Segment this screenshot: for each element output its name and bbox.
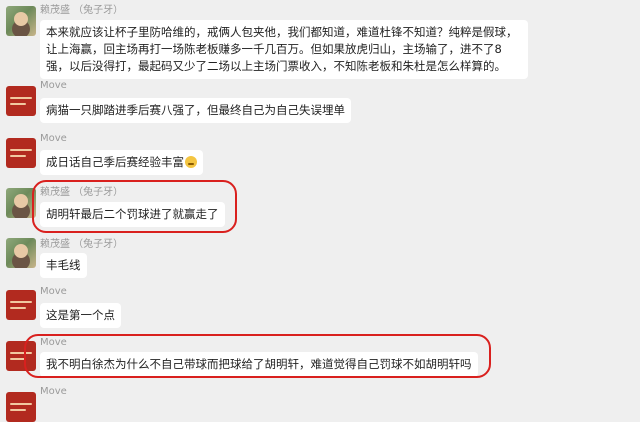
highlight-ring bbox=[32, 180, 237, 233]
sender-name: 赖茂盛 （兔子牙） bbox=[40, 5, 124, 16]
message-bubble: 本来就应该让杯子里防哈维的，戒俩人包夹他，我们都知道，难道杜锋不知道？纯粹是假球… bbox=[40, 20, 528, 79]
avatar[interactable] bbox=[6, 138, 36, 168]
message-bubble: 丰毛线 bbox=[40, 253, 87, 278]
avatar[interactable] bbox=[6, 238, 36, 268]
sender-name: Move bbox=[40, 386, 67, 397]
avatar[interactable] bbox=[6, 392, 36, 422]
sender-name: 赖茂盛 （兔子牙） bbox=[40, 239, 124, 250]
highlight-ring bbox=[24, 334, 491, 378]
avatar[interactable] bbox=[6, 6, 36, 36]
avatar[interactable] bbox=[6, 86, 36, 116]
sender-name: Move bbox=[40, 133, 67, 144]
avatar[interactable] bbox=[6, 290, 36, 320]
message-text: 成日话自己季后赛经验丰富 bbox=[46, 155, 184, 169]
awkward-smile-icon bbox=[185, 156, 197, 168]
message-bubble: 这是第一个点 bbox=[40, 303, 121, 328]
message-bubble: 成日话自己季后赛经验丰富 bbox=[40, 150, 203, 175]
sender-name: Move bbox=[40, 80, 67, 91]
message-bubble: 病猫一只脚踏进季后赛八强了，但最终自己为自己失误埋单 bbox=[40, 98, 351, 123]
sender-name: Move bbox=[40, 286, 67, 297]
